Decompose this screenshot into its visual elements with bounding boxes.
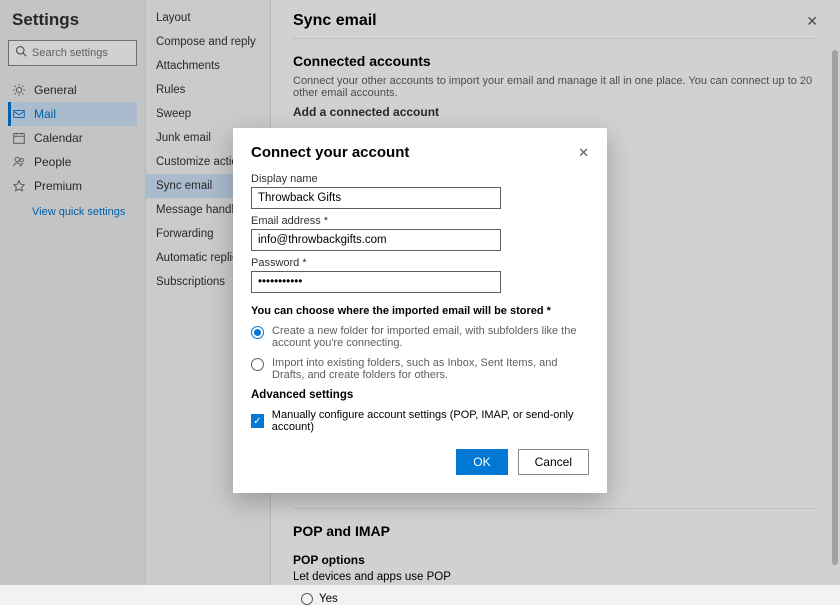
modal-title: Connect your account bbox=[251, 144, 409, 161]
modal-overlay: Connect your account ✕ Display name Emai… bbox=[0, 0, 840, 585]
storage-hint: You can choose where the imported email … bbox=[251, 305, 589, 317]
connect-account-dialog: Connect your account ✕ Display name Emai… bbox=[233, 128, 607, 493]
pop-yes-option[interactable]: Yes bbox=[301, 593, 818, 605]
cancel-button[interactable]: Cancel bbox=[518, 449, 589, 475]
storage-option-existing-folders[interactable]: Import into existing folders, such as In… bbox=[251, 357, 589, 381]
display-name-label: Display name bbox=[251, 173, 589, 185]
checkbox-label: Manually configure account settings (POP… bbox=[272, 409, 589, 433]
modal-close-icon[interactable]: ✕ bbox=[578, 145, 589, 161]
password-input[interactable] bbox=[251, 271, 501, 293]
radio-icon bbox=[251, 326, 264, 339]
email-input[interactable] bbox=[251, 229, 501, 251]
manual-config-checkbox-row[interactable]: ✓ Manually configure account settings (P… bbox=[251, 409, 589, 433]
email-label: Email address * bbox=[251, 215, 589, 227]
radio-icon bbox=[301, 593, 313, 605]
storage-option-new-folder[interactable]: Create a new folder for imported email, … bbox=[251, 325, 589, 349]
option-label: Create a new folder for imported email, … bbox=[272, 325, 589, 349]
checkbox-checked-icon: ✓ bbox=[251, 414, 264, 428]
option-label: Import into existing folders, such as In… bbox=[272, 357, 589, 381]
radio-icon bbox=[251, 358, 264, 371]
ok-button[interactable]: OK bbox=[456, 449, 507, 475]
pop-yes-label: Yes bbox=[319, 593, 338, 605]
password-label: Password * bbox=[251, 257, 589, 269]
modal-button-row: OK Cancel bbox=[251, 449, 589, 475]
display-name-input[interactable] bbox=[251, 187, 501, 209]
modal-header: Connect your account ✕ bbox=[251, 144, 589, 161]
advanced-settings-title: Advanced settings bbox=[251, 389, 589, 401]
